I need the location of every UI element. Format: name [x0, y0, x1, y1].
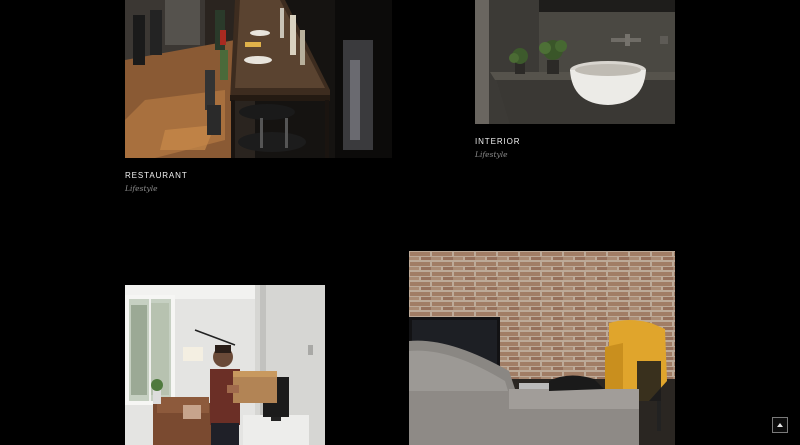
back-to-top-button[interactable]: [772, 417, 788, 433]
living-room-thumbnail[interactable]: [409, 251, 675, 445]
restaurant-thumbnail[interactable]: [125, 0, 392, 158]
interior-thumbnail[interactable]: [475, 0, 675, 124]
portfolio-item-title[interactable]: INTERIOR: [475, 137, 520, 146]
portfolio-item-category: Lifestyle: [125, 184, 158, 193]
portfolio-item-living-room[interactable]: [409, 251, 675, 445]
portfolio-page: RESTAURANT Lifestyle INTERIOR Lifestyle: [0, 0, 800, 445]
portfolio-item-restaurant[interactable]: RESTAURANT Lifestyle: [125, 0, 392, 200]
moving-thumbnail[interactable]: [125, 285, 325, 445]
portfolio-item-title[interactable]: RESTAURANT: [125, 171, 188, 180]
portfolio-item-moving[interactable]: [125, 285, 325, 445]
chevron-up-icon: [777, 423, 783, 427]
portfolio-item-interior[interactable]: INTERIOR Lifestyle: [475, 0, 675, 170]
portfolio-item-category: Lifestyle: [475, 150, 508, 159]
